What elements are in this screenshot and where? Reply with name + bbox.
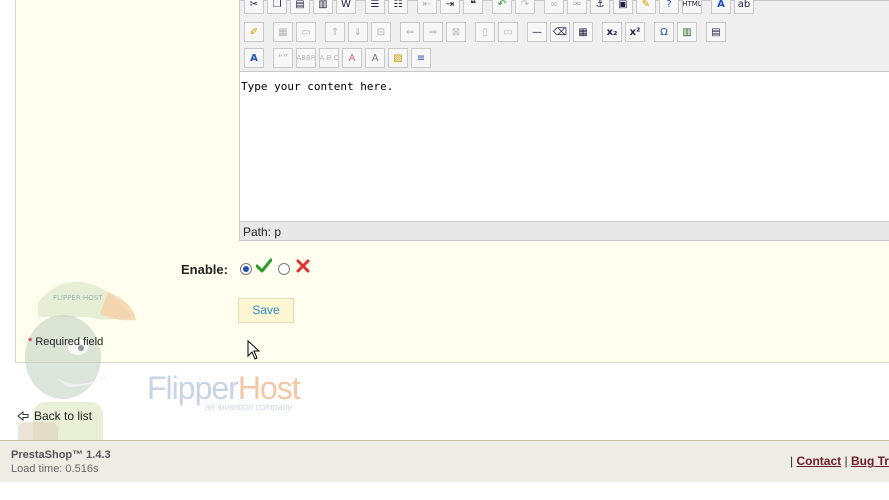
footer-product: PrestaShop™ 1.4.3 bbox=[11, 449, 111, 461]
insert-col-before-icon[interactable]: ⇐ bbox=[400, 22, 420, 42]
styles-icon[interactable]: A bbox=[244, 48, 264, 68]
copy-icon[interactable]: ❐ bbox=[267, 0, 287, 14]
bullet-list-icon[interactable]: ☰ bbox=[365, 0, 385, 14]
cross-icon bbox=[296, 259, 310, 273]
blockquote-icon[interactable]: ❝ bbox=[463, 0, 483, 14]
acronym-icon[interactable]: A.B.C bbox=[319, 48, 339, 68]
media-icon[interactable]: ▥ bbox=[677, 22, 697, 42]
strikethrough-icon[interactable]: A bbox=[342, 48, 362, 68]
paste-icon[interactable]: ▤ bbox=[290, 0, 310, 14]
toolbar-row-3: A “” ABBR A.B.C A A ▨ ≡ bbox=[244, 47, 434, 69]
editor-path-text: Path: p bbox=[243, 225, 282, 239]
footer-separator-2: | bbox=[844, 454, 848, 468]
text-icon[interactable]: A bbox=[365, 48, 385, 68]
edit-icon[interactable]: ✐ bbox=[244, 22, 264, 42]
merge-cells-icon[interactable]: ▭ bbox=[498, 22, 518, 42]
table-icon[interactable]: ▦ bbox=[273, 22, 293, 42]
attributes-icon[interactable]: ▨ bbox=[388, 48, 408, 68]
delete-row-icon[interactable]: ⊟ bbox=[371, 22, 391, 42]
paste-text-icon[interactable]: ▥ bbox=[313, 0, 333, 14]
html-icon[interactable]: HTML bbox=[682, 0, 702, 14]
logo-flipper-text: Flipper bbox=[147, 370, 239, 406]
editor-path-bar: Path: p bbox=[240, 221, 889, 240]
editor-toolbar: ✂ ❐ ▤ ▥ W ☰ ☷ ⇤ ⇥ ❝ ↶ ↷ ∞ ⚮ ⚓ ▣ ✎ ? HTML… bbox=[240, 0, 889, 72]
abbreviation-icon[interactable]: ABBR bbox=[296, 48, 316, 68]
nonbreaking-icon[interactable]: ≡ bbox=[411, 48, 431, 68]
subscript-icon[interactable]: x₂ bbox=[602, 22, 622, 42]
superscript-icon[interactable]: x² bbox=[625, 22, 645, 42]
editor-content-area[interactable]: Type your content here. bbox=[240, 72, 889, 222]
logo-tagline: an investion company bbox=[205, 402, 293, 412]
footer-separator-1: | bbox=[790, 454, 794, 468]
help-icon[interactable]: ? bbox=[659, 0, 679, 14]
horizontal-rule-icon[interactable]: — bbox=[527, 22, 547, 42]
cut-icon[interactable]: ✂ bbox=[244, 0, 264, 14]
visual-aid-icon[interactable]: ▦ bbox=[573, 22, 593, 42]
highlight-color-icon[interactable]: ab bbox=[734, 0, 754, 14]
link-icon[interactable]: ∞ bbox=[544, 0, 564, 14]
quote-icon[interactable]: “” bbox=[273, 48, 293, 68]
back-to-list-link[interactable]: Back to list bbox=[17, 409, 92, 423]
save-button[interactable]: Save bbox=[238, 298, 294, 323]
special-char-icon[interactable]: Ω bbox=[654, 22, 674, 42]
redo-icon[interactable]: ↷ bbox=[515, 0, 535, 14]
rich-text-editor: ✂ ❐ ▤ ▥ W ☰ ☷ ⇤ ⇥ ❝ ↶ ↷ ∞ ⚮ ⚓ ▣ ✎ ? HTML… bbox=[239, 0, 889, 241]
check-icon bbox=[256, 258, 272, 273]
delete-col-icon[interactable]: ⊠ bbox=[446, 22, 466, 42]
paste-word-icon[interactable]: W bbox=[336, 0, 356, 14]
anchor-icon[interactable]: ⚓ bbox=[590, 0, 610, 14]
row-props-icon[interactable]: ▭ bbox=[296, 22, 316, 42]
undo-icon[interactable]: ↶ bbox=[492, 0, 512, 14]
toolbar-row-2: ✐ ▦ ▭ ⇑ ⇓ ⊟ ⇐ ⇒ ⊠ ▯ ▭ — ⌫ ▦ x₂ x² Ω ▥ ▤ bbox=[244, 21, 729, 43]
back-to-list-label: Back to list bbox=[34, 409, 93, 423]
image-icon[interactable]: ▣ bbox=[613, 0, 633, 14]
unlink-icon[interactable]: ⚮ bbox=[567, 0, 587, 14]
back-arrow-icon bbox=[17, 411, 29, 421]
footer: PrestaShop™ 1.4.3 Load time: 0.516s | Co… bbox=[0, 440, 889, 482]
remove-format-icon[interactable]: ⌫ bbox=[550, 22, 570, 42]
editor-content-text: Type your content here. bbox=[241, 80, 394, 93]
enable-label: Enable: bbox=[181, 262, 228, 277]
enable-no-radio[interactable] bbox=[278, 263, 290, 275]
insert-row-before-icon[interactable]: ⇑ bbox=[325, 22, 345, 42]
cleanup-icon[interactable]: ✎ bbox=[636, 0, 656, 14]
template-icon[interactable]: ▤ bbox=[706, 22, 726, 42]
outdent-icon[interactable]: ⇤ bbox=[417, 0, 437, 14]
toolbar-row-1: ✂ ❐ ▤ ▥ W ☰ ☷ ⇤ ⇥ ❝ ↶ ↷ ∞ ⚮ ⚓ ▣ ✎ ? HTML… bbox=[244, 0, 757, 15]
required-field-note: * Required field bbox=[28, 336, 103, 348]
numbered-list-icon[interactable]: ☷ bbox=[388, 0, 408, 14]
logo-host-text: Host bbox=[237, 370, 301, 406]
footer-links: | Contact | Bug Trac bbox=[790, 454, 889, 468]
insert-row-after-icon[interactable]: ⇓ bbox=[348, 22, 368, 42]
split-cells-icon[interactable]: ▯ bbox=[475, 22, 495, 42]
contact-link[interactable]: Contact bbox=[796, 454, 841, 468]
mouse-cursor-icon bbox=[247, 340, 261, 360]
mascot-cap-text: FLIPPER HOST bbox=[53, 294, 103, 302]
text-color-icon[interactable]: A bbox=[711, 0, 731, 14]
enable-yes-radio[interactable] bbox=[240, 263, 252, 275]
insert-col-after-icon[interactable]: ⇒ bbox=[423, 22, 443, 42]
indent-icon[interactable]: ⇥ bbox=[440, 0, 460, 14]
required-star: * bbox=[28, 336, 33, 348]
required-text: Required field bbox=[35, 336, 104, 348]
bug-tracker-link[interactable]: Bug Trac bbox=[851, 454, 889, 468]
footer-load-time: Load time: 0.516s bbox=[11, 463, 99, 475]
